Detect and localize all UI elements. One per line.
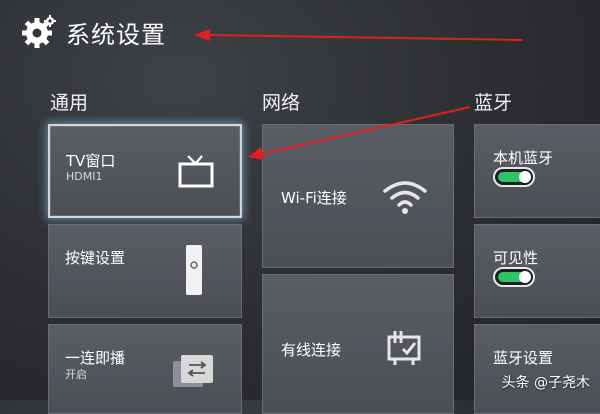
visibility-toggle[interactable] <box>493 267 535 287</box>
remote-icon <box>186 245 202 295</box>
ethernet-icon <box>387 331 421 365</box>
tile-visibility[interactable]: 可见性 <box>474 224 600 318</box>
watermark: 头条 @子尧木 <box>501 375 590 391</box>
tile-label: 蓝牙设置 <box>493 349 554 367</box>
tile-label: TV窗口 <box>66 152 116 170</box>
tile-label: 有线连接 <box>281 341 342 359</box>
switch-screen-icon <box>173 355 213 387</box>
tile-label: 本机蓝牙 <box>493 149 554 167</box>
tile-key-settings[interactable]: 按键设置 <box>48 224 242 318</box>
annotation-arrow-title <box>194 29 523 41</box>
tile-label: 一连即播 <box>65 349 126 367</box>
tile-local-bluetooth[interactable]: 本机蓝牙 <box>474 124 600 218</box>
section-label-bluetooth: 蓝牙 <box>474 92 513 114</box>
tile-label: Wi-Fi连接 <box>281 189 347 207</box>
bluetooth-toggle[interactable] <box>493 167 535 187</box>
tile-bluetooth-settings[interactable]: 蓝牙设置 <box>474 324 600 414</box>
tile-label: 按键设置 <box>65 249 126 267</box>
tile-label: 可见性 <box>493 249 539 267</box>
toggle-knob <box>519 271 531 283</box>
tile-wifi[interactable]: Wi-Fi连接 <box>262 124 454 268</box>
tile-one-touch-play[interactable]: 一连即播 开启 <box>48 324 242 414</box>
gear-icon <box>22 15 56 48</box>
section-label-general: 通用 <box>50 92 89 114</box>
tile-wired[interactable]: 有线连接 <box>262 274 454 414</box>
tile-sublabel: 开启 <box>65 368 87 381</box>
toggle-knob <box>519 171 531 183</box>
tv-icon <box>178 155 214 188</box>
page-title: 系统设置 <box>66 20 166 49</box>
tile-sublabel: HDMI1 <box>66 170 103 183</box>
section-label-network: 网络 <box>262 92 301 114</box>
wifi-icon <box>383 181 427 214</box>
tile-tv-window[interactable]: TV窗口 HDMI1 <box>48 124 242 218</box>
page-header: 系统设置 <box>22 10 166 54</box>
